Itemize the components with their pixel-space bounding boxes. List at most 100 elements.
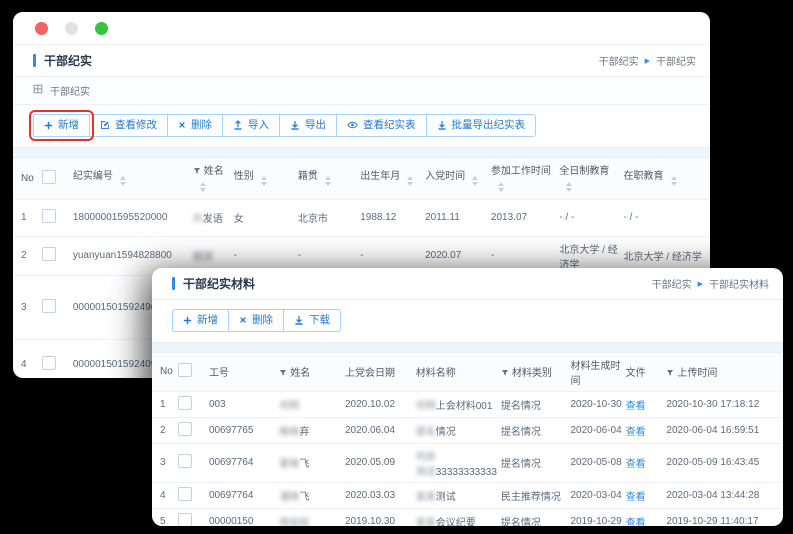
sort-carets-icon[interactable] bbox=[671, 173, 677, 189]
download-icon bbox=[290, 120, 300, 130]
table-row: 400697764潘晓飞2020.03.03某某测试民主推荐情况2020-03-… bbox=[152, 482, 783, 508]
toolbar: 新增删除下载 bbox=[152, 300, 783, 342]
view-link[interactable]: 查看 bbox=[626, 459, 646, 470]
view-edit-button[interactable]: 查看修改 bbox=[89, 114, 168, 137]
page-title-text: 干部纪实 bbox=[44, 52, 92, 69]
column-header-label: 上传时间 bbox=[677, 368, 717, 379]
table-cell: 何房测试33333333333 bbox=[416, 443, 501, 482]
view-record-sheet-button[interactable]: 查看纪实表 bbox=[336, 114, 427, 137]
mac-titlebar bbox=[13, 12, 710, 45]
column-header[interactable]: 上传时间 bbox=[666, 353, 783, 392]
sort-carets-icon[interactable] bbox=[407, 173, 413, 189]
view-link[interactable]: 查看 bbox=[626, 427, 646, 438]
row-checkbox[interactable] bbox=[178, 454, 192, 468]
view-link[interactable]: 查看 bbox=[626, 518, 646, 527]
redacted-text: 刘 bbox=[193, 214, 203, 225]
sort-carets-icon[interactable] bbox=[498, 179, 504, 195]
column-header[interactable]: 姓名 bbox=[279, 353, 345, 392]
column-header[interactable]: 在职教育 bbox=[624, 158, 710, 200]
column-header[interactable]: 全日制教育 bbox=[559, 158, 623, 200]
table-cell: 2020.05.09 bbox=[345, 443, 416, 482]
table-cell: 3 bbox=[152, 443, 178, 482]
batch-export-record-sheet-button[interactable]: 批量导出纪实表 bbox=[426, 114, 537, 137]
traffic-light-minimize-icon[interactable] bbox=[65, 22, 78, 35]
cell-text: 飞 bbox=[299, 492, 309, 503]
sort-carets-icon[interactable] bbox=[261, 173, 267, 189]
column-header[interactable]: 纪实编号 bbox=[73, 158, 193, 200]
button-label: 新增 bbox=[58, 120, 79, 131]
column-header-label: 材料类别 bbox=[512, 368, 552, 379]
column-header[interactable]: 性别 bbox=[234, 158, 298, 200]
panel-label: 干部纪实 bbox=[50, 83, 90, 98]
view-link[interactable]: 查看 bbox=[626, 492, 646, 503]
download-button[interactable]: 下载 bbox=[283, 309, 341, 332]
breadcrumb: 干部纪实 ▶ 干部纪实 bbox=[599, 53, 696, 68]
sort-carets-icon[interactable] bbox=[566, 179, 572, 195]
column-header-label: 材料名称 bbox=[416, 368, 456, 379]
column-header[interactable]: 姓名 bbox=[193, 158, 234, 200]
table-cell bbox=[42, 236, 72, 275]
column-header[interactable]: 入党时间 bbox=[425, 158, 491, 200]
filter-funnel-icon[interactable] bbox=[193, 167, 201, 175]
delete-button[interactable]: 删除 bbox=[167, 114, 223, 137]
breadcrumb-item[interactable]: 干部纪实 bbox=[652, 276, 692, 291]
row-checkbox[interactable] bbox=[42, 170, 56, 184]
filter-funnel-icon[interactable] bbox=[279, 369, 287, 377]
column-header[interactable]: 材料类别 bbox=[501, 353, 571, 392]
table-cell: 2011.11 bbox=[425, 199, 491, 236]
table-cell: 2020-06-04 16:59:51 bbox=[666, 417, 783, 443]
table-cell: 霍晓飞 bbox=[279, 443, 345, 482]
add-button[interactable]: 新增 bbox=[33, 114, 90, 137]
table-cell bbox=[178, 417, 209, 443]
column-header[interactable]: 出生年月 bbox=[360, 158, 425, 200]
table-cell: 2020-03-04 13:44:28 bbox=[666, 482, 783, 508]
table-cell: 1 bbox=[13, 199, 42, 236]
row-checkbox[interactable] bbox=[178, 487, 192, 501]
traffic-light-zoom-icon[interactable] bbox=[95, 22, 108, 35]
table-cell: 2 bbox=[13, 236, 42, 275]
row-checkbox[interactable] bbox=[42, 356, 56, 370]
import-button[interactable]: 导入 bbox=[222, 114, 280, 137]
row-checkbox[interactable] bbox=[42, 247, 56, 261]
traffic-light-close-icon[interactable] bbox=[35, 22, 48, 35]
row-checkbox[interactable] bbox=[42, 209, 56, 223]
table-cell: 18000001595520000 bbox=[73, 199, 193, 236]
sort-carets-icon[interactable] bbox=[325, 173, 331, 189]
sort-carets-icon[interactable] bbox=[120, 173, 126, 189]
column-header-label: 文件 bbox=[626, 368, 646, 379]
view-link[interactable]: 查看 bbox=[626, 401, 646, 412]
table-cell: 查看 bbox=[626, 417, 667, 443]
delete-button[interactable]: 删除 bbox=[228, 309, 284, 332]
table-cell: 3 bbox=[13, 275, 42, 339]
table-cell: 提名情况 bbox=[501, 417, 571, 443]
table-cell: 提名情况 bbox=[501, 508, 571, 526]
table-cell: 4 bbox=[152, 482, 178, 508]
export-button[interactable]: 导出 bbox=[279, 114, 337, 137]
upload-icon bbox=[233, 120, 243, 130]
add-button[interactable]: 新增 bbox=[172, 309, 229, 332]
row-checkbox[interactable] bbox=[178, 422, 192, 436]
breadcrumb-item[interactable]: 干部纪实 bbox=[599, 53, 639, 68]
column-header[interactable]: 籍贯 bbox=[298, 158, 360, 200]
column-header-label: 入党时间 bbox=[425, 171, 465, 182]
sort-carets-icon[interactable] bbox=[472, 173, 478, 189]
table-cell bbox=[178, 443, 209, 482]
redacted-text: 潘晓 bbox=[279, 492, 299, 503]
page-title: 干部纪实 bbox=[33, 52, 92, 69]
redacted-text: 何明 bbox=[416, 401, 436, 412]
row-checkbox[interactable] bbox=[178, 363, 192, 377]
button-label: 删除 bbox=[191, 120, 212, 131]
column-header-label: 纪实编号 bbox=[73, 171, 113, 182]
row-checkbox[interactable] bbox=[178, 396, 192, 410]
button-label: 导出 bbox=[305, 120, 326, 131]
column-header[interactable]: 参加工作时间 bbox=[491, 158, 559, 200]
table-cell: 鲍晓弃 bbox=[279, 417, 345, 443]
row-checkbox[interactable] bbox=[42, 299, 56, 313]
filter-funnel-icon[interactable] bbox=[666, 369, 674, 377]
sort-carets-icon[interactable] bbox=[200, 179, 206, 195]
filter-funnel-icon[interactable] bbox=[501, 369, 509, 377]
row-checkbox[interactable] bbox=[178, 513, 192, 527]
table-cell: 某某会议纪要 bbox=[416, 508, 501, 526]
table-cell: 何明上会材料001 bbox=[416, 391, 501, 417]
download-icon bbox=[437, 120, 447, 130]
